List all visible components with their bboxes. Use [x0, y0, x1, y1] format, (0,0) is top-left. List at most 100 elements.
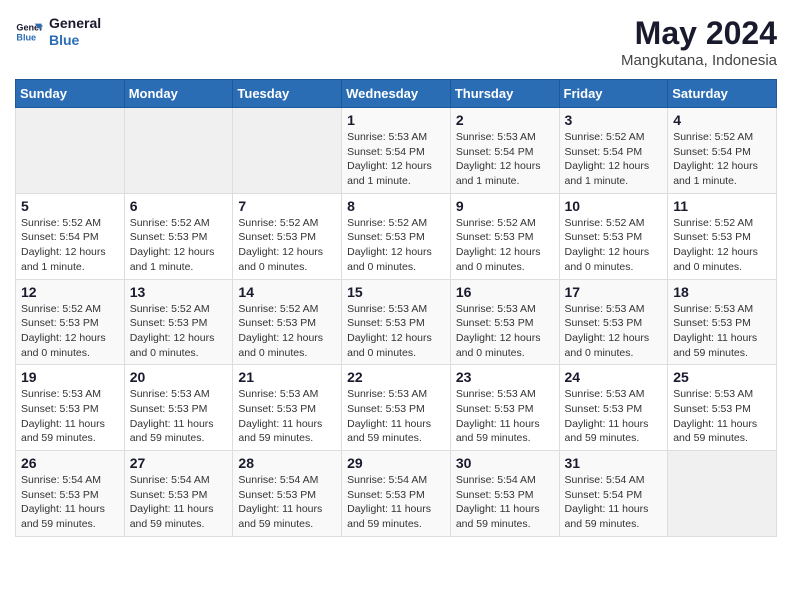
- calendar-table: SundayMondayTuesdayWednesdayThursdayFrid…: [15, 79, 777, 537]
- day-info: Sunrise: 5:52 AM Sunset: 5:54 PM Dayligh…: [565, 130, 663, 189]
- day-number: 2: [456, 112, 554, 128]
- header-wednesday: Wednesday: [342, 80, 451, 108]
- calendar-cell: 17 Sunrise: 5:53 AM Sunset: 5:53 PM Dayli…: [559, 279, 668, 365]
- title-area: May 2024 Mangkutana, Indonesia: [621, 15, 777, 69]
- day-number: 16: [456, 284, 554, 300]
- day-info: Sunrise: 5:52 AM Sunset: 5:54 PM Dayligh…: [21, 216, 119, 275]
- calendar-cell: 5Sunrise: 5:52 AM Sunset: 5:54 PM Daylig…: [16, 193, 125, 279]
- header-saturday: Saturday: [668, 80, 777, 108]
- day-number: 13: [130, 284, 228, 300]
- day-info: Sunrise: 5:52 AM Sunset: 5:53 PM Dayligh…: [130, 302, 228, 361]
- calendar-week-row: 26Sunrise: 5:54 AM Sunset: 5:53 PM Dayli…: [16, 451, 777, 537]
- calendar-cell: 20 Sunrise: 5:53 AM Sunset: 5:53 PM Dayli…: [124, 365, 233, 451]
- calendar-cell: 29 Sunrise: 5:54 AM Sunset: 5:53 PM Dayli…: [342, 451, 451, 537]
- day-info: Sunrise: 5:53 AM Sunset: 5:53 PM Dayligh…: [565, 387, 663, 446]
- day-number: 12: [21, 284, 119, 300]
- day-number: 7: [238, 198, 336, 214]
- day-info: Sunrise: 5:52 AM Sunset: 5:53 PM Dayligh…: [456, 216, 554, 275]
- header-tuesday: Tuesday: [233, 80, 342, 108]
- day-info: Sunrise: 5:54 AM Sunset: 5:53 PM Dayligh…: [238, 473, 336, 532]
- calendar-cell: 19 Sunrise: 5:53 AM Sunset: 5:53 PM Dayli…: [16, 365, 125, 451]
- day-info: Sunrise: 5:53 AM Sunset: 5:53 PM Dayligh…: [673, 302, 771, 361]
- day-info: Sunrise: 5:54 AM Sunset: 5:53 PM Dayligh…: [130, 473, 228, 532]
- calendar-cell: 9 Sunrise: 5:52 AM Sunset: 5:53 PM Daylig…: [450, 193, 559, 279]
- calendar-cell: 1 Sunrise: 5:53 AM Sunset: 5:54 PM Daylig…: [342, 108, 451, 194]
- day-number: 18: [673, 284, 771, 300]
- calendar-week-row: 12 Sunrise: 5:52 AM Sunset: 5:53 PM Dayli…: [16, 279, 777, 365]
- calendar-cell: [668, 451, 777, 537]
- day-number: 11: [673, 198, 771, 214]
- logo: General Blue General Blue: [15, 15, 101, 49]
- day-number: 24: [565, 369, 663, 385]
- page-subtitle: Mangkutana, Indonesia: [621, 52, 777, 69]
- calendar-cell: 23Sunrise: 5:53 AM Sunset: 5:53 PM Dayli…: [450, 365, 559, 451]
- calendar-cell: 15 Sunrise: 5:53 AM Sunset: 5:53 PM Dayli…: [342, 279, 451, 365]
- calendar-cell: 12 Sunrise: 5:52 AM Sunset: 5:53 PM Dayli…: [16, 279, 125, 365]
- day-info: Sunrise: 5:52 AM Sunset: 5:53 PM Dayligh…: [130, 216, 228, 275]
- day-info: Sunrise: 5:53 AM Sunset: 5:53 PM Dayligh…: [456, 302, 554, 361]
- day-number: 3: [565, 112, 663, 128]
- day-number: 22: [347, 369, 445, 385]
- day-number: 25: [673, 369, 771, 385]
- day-info: Sunrise: 5:53 AM Sunset: 5:54 PM Dayligh…: [347, 130, 445, 189]
- day-number: 29: [347, 455, 445, 471]
- day-info: Sunrise: 5:54 AM Sunset: 5:53 PM Dayligh…: [347, 473, 445, 532]
- logo-icon: General Blue: [15, 18, 43, 46]
- day-info: Sunrise: 5:54 AM Sunset: 5:53 PM Dayligh…: [21, 473, 119, 532]
- day-info: Sunrise: 5:53 AM Sunset: 5:54 PM Dayligh…: [456, 130, 554, 189]
- calendar-cell: 3 Sunrise: 5:52 AM Sunset: 5:54 PM Daylig…: [559, 108, 668, 194]
- day-number: 10: [565, 198, 663, 214]
- day-number: 8: [347, 198, 445, 214]
- day-number: 4: [673, 112, 771, 128]
- day-info: Sunrise: 5:53 AM Sunset: 5:53 PM Dayligh…: [565, 302, 663, 361]
- day-number: 9: [456, 198, 554, 214]
- calendar-cell: [233, 108, 342, 194]
- day-info: Sunrise: 5:53 AM Sunset: 5:53 PM Dayligh…: [673, 387, 771, 446]
- day-info: Sunrise: 5:54 AM Sunset: 5:54 PM Dayligh…: [565, 473, 663, 532]
- day-info: Sunrise: 5:52 AM Sunset: 5:53 PM Dayligh…: [238, 302, 336, 361]
- calendar-week-row: 1 Sunrise: 5:53 AM Sunset: 5:54 PM Daylig…: [16, 108, 777, 194]
- calendar-cell: 31Sunrise: 5:54 AM Sunset: 5:54 PM Dayli…: [559, 451, 668, 537]
- calendar-cell: [124, 108, 233, 194]
- day-number: 28: [238, 455, 336, 471]
- day-number: 1: [347, 112, 445, 128]
- calendar-cell: 24 Sunrise: 5:53 AM Sunset: 5:53 PM Dayli…: [559, 365, 668, 451]
- day-number: 27: [130, 455, 228, 471]
- calendar-cell: 4 Sunrise: 5:52 AM Sunset: 5:54 PM Daylig…: [668, 108, 777, 194]
- calendar-cell: 14Sunrise: 5:52 AM Sunset: 5:53 PM Dayli…: [233, 279, 342, 365]
- day-info: Sunrise: 5:53 AM Sunset: 5:53 PM Dayligh…: [238, 387, 336, 446]
- header-thursday: Thursday: [450, 80, 559, 108]
- day-number: 23: [456, 369, 554, 385]
- day-number: 20: [130, 369, 228, 385]
- calendar-cell: 30 Sunrise: 5:54 AM Sunset: 5:53 PM Dayli…: [450, 451, 559, 537]
- header-sunday: Sunday: [16, 80, 125, 108]
- calendar-cell: 21Sunrise: 5:53 AM Sunset: 5:53 PM Dayli…: [233, 365, 342, 451]
- day-info: Sunrise: 5:53 AM Sunset: 5:53 PM Dayligh…: [347, 302, 445, 361]
- day-info: Sunrise: 5:53 AM Sunset: 5:53 PM Dayligh…: [21, 387, 119, 446]
- calendar-cell: 2 Sunrise: 5:53 AM Sunset: 5:54 PM Daylig…: [450, 108, 559, 194]
- calendar-cell: 26Sunrise: 5:54 AM Sunset: 5:53 PM Dayli…: [16, 451, 125, 537]
- day-number: 15: [347, 284, 445, 300]
- calendar-cell: 16 Sunrise: 5:53 AM Sunset: 5:53 PM Dayli…: [450, 279, 559, 365]
- calendar-cell: 25 Sunrise: 5:53 AM Sunset: 5:53 PM Dayli…: [668, 365, 777, 451]
- day-info: Sunrise: 5:52 AM Sunset: 5:54 PM Dayligh…: [673, 130, 771, 189]
- day-info: Sunrise: 5:54 AM Sunset: 5:53 PM Dayligh…: [456, 473, 554, 532]
- day-number: 30: [456, 455, 554, 471]
- day-info: Sunrise: 5:52 AM Sunset: 5:53 PM Dayligh…: [238, 216, 336, 275]
- day-info: Sunrise: 5:52 AM Sunset: 5:53 PM Dayligh…: [565, 216, 663, 275]
- header-monday: Monday: [124, 80, 233, 108]
- calendar-cell: 6 Sunrise: 5:52 AM Sunset: 5:53 PM Daylig…: [124, 193, 233, 279]
- calendar-cell: 11 Sunrise: 5:52 AM Sunset: 5:53 PM Dayli…: [668, 193, 777, 279]
- calendar-week-row: 5Sunrise: 5:52 AM Sunset: 5:54 PM Daylig…: [16, 193, 777, 279]
- day-info: Sunrise: 5:52 AM Sunset: 5:53 PM Dayligh…: [673, 216, 771, 275]
- day-number: 19: [21, 369, 119, 385]
- calendar-cell: 22Sunrise: 5:53 AM Sunset: 5:53 PM Dayli…: [342, 365, 451, 451]
- calendar-cell: 28 Sunrise: 5:54 AM Sunset: 5:53 PM Dayli…: [233, 451, 342, 537]
- day-number: 17: [565, 284, 663, 300]
- day-info: Sunrise: 5:52 AM Sunset: 5:53 PM Dayligh…: [21, 302, 119, 361]
- day-info: Sunrise: 5:52 AM Sunset: 5:53 PM Dayligh…: [347, 216, 445, 275]
- day-number: 6: [130, 198, 228, 214]
- calendar-week-row: 19 Sunrise: 5:53 AM Sunset: 5:53 PM Dayli…: [16, 365, 777, 451]
- day-info: Sunrise: 5:53 AM Sunset: 5:53 PM Dayligh…: [130, 387, 228, 446]
- calendar-cell: 27 Sunrise: 5:54 AM Sunset: 5:53 PM Dayli…: [124, 451, 233, 537]
